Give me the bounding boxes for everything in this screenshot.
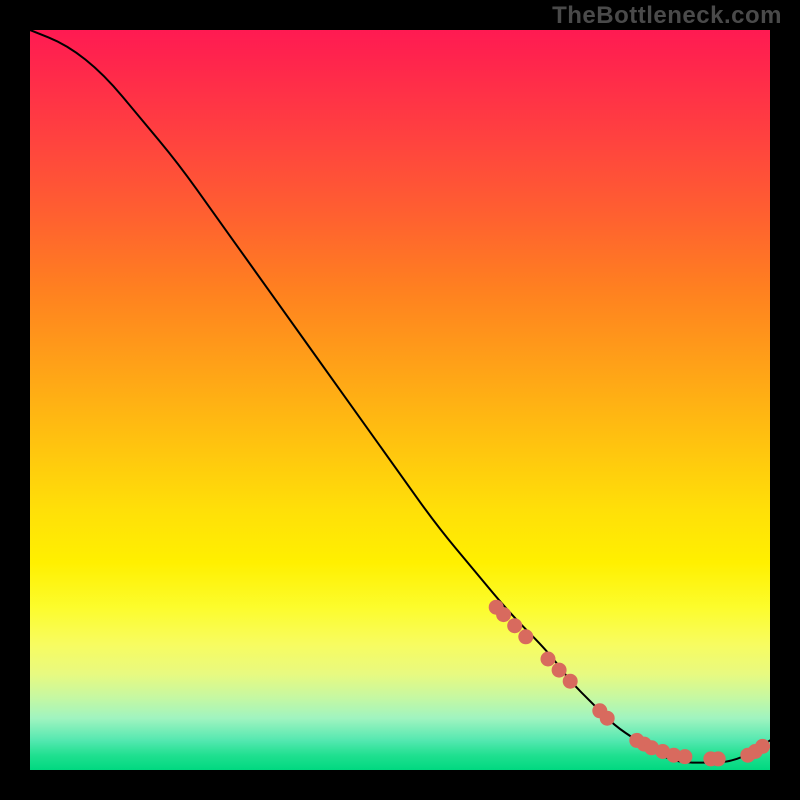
marker-point [518, 629, 533, 644]
marker-point [552, 663, 567, 678]
marker-point [755, 739, 770, 754]
marker-point [677, 749, 692, 764]
watermark-text: TheBottleneck.com [552, 2, 782, 30]
highlight-markers [489, 600, 770, 767]
marker-point [563, 674, 578, 689]
marker-point [541, 652, 556, 667]
plot-area [30, 30, 770, 770]
marker-point [711, 751, 726, 766]
marker-point [496, 607, 511, 622]
marker-point [507, 618, 522, 633]
chart-svg [30, 30, 770, 770]
marker-point [600, 711, 615, 726]
bottleneck-curve [30, 30, 770, 763]
